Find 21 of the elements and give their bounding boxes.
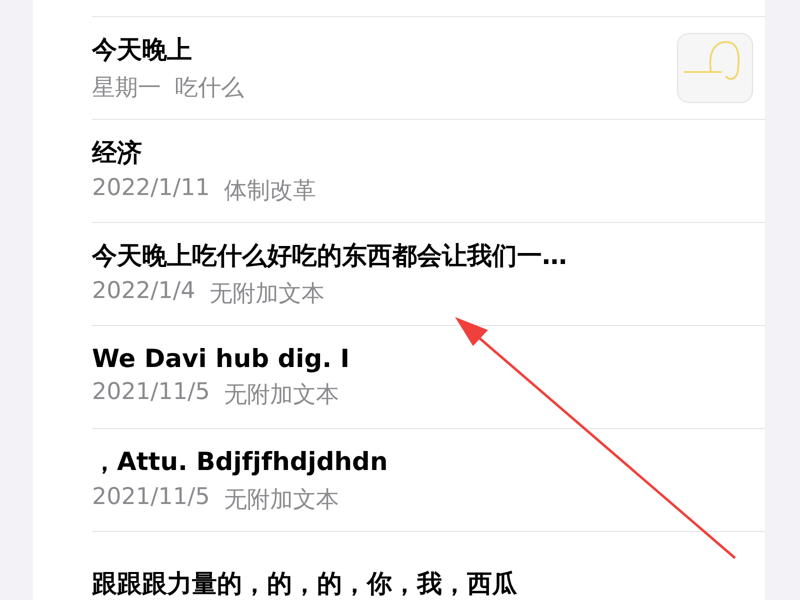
note-preview: 无附加文本 <box>224 486 339 515</box>
note-preview: 无附加文本 <box>209 280 324 309</box>
note-row[interactable]: 今天晚上吃什么好吃的东西都会让我们一… 2022/1/4 无附加文本 <box>92 222 765 325</box>
note-row[interactable]: 今天晚上 星期一 吃什么 <box>92 16 765 119</box>
note-title: 今天晚上 <box>92 34 193 66</box>
note-title: ，Attu. Bdjfjfhdjdhdn <box>92 446 389 478</box>
note-row[interactable]: ，Attu. Bdjfjfhdjdhdn 2021/11/5 无附加文本 <box>92 428 765 531</box>
note-title: 跟跟跟力量的，的，的，你，我，西瓜 <box>92 568 518 600</box>
note-title: 今天晚上吃什么好吃的东西都会让我们一… <box>92 240 568 272</box>
note-title: We Davi hub dig. I <box>92 344 351 373</box>
note-date: 2022/1/4 <box>92 278 196 306</box>
note-preview: 无附加文本 <box>224 381 339 410</box>
note-date: 2022/1/11 <box>92 175 210 203</box>
note-row[interactable]: 经济 2022/1/11 体制改革 <box>92 119 765 222</box>
note-date: 星期一 <box>92 74 161 103</box>
note-date: 2021/11/5 <box>92 484 210 512</box>
note-preview: 体制改革 <box>224 177 316 206</box>
note-date: 2021/11/5 <box>92 379 210 407</box>
note-title: 经济 <box>92 137 143 169</box>
note-row[interactable]: 跟跟跟力量的，的，的，你，我，西瓜 <box>92 531 765 600</box>
note-preview: 吃什么 <box>175 74 244 103</box>
